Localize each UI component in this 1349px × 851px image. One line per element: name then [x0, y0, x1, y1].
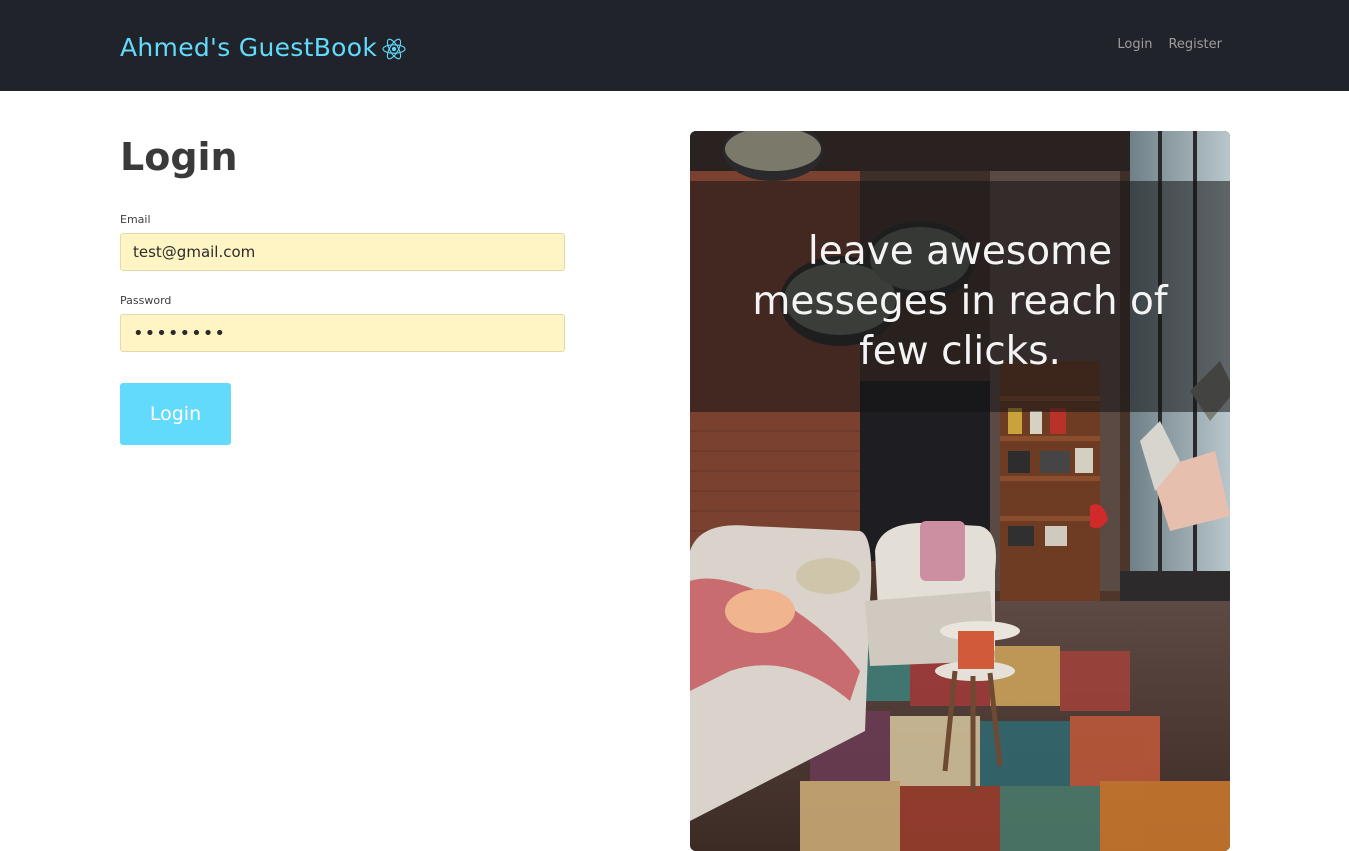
hero-image-panel: leave awesome messeges in reach of few c… — [690, 131, 1230, 851]
email-field[interactable] — [120, 233, 565, 271]
password-field[interactable] — [120, 314, 565, 352]
brand-link[interactable]: Ahmed's GuestBook — [120, 29, 407, 65]
page-title: Login — [120, 135, 238, 179]
brand-title: Ahmed's GuestBook — [120, 32, 378, 62]
hero-tagline: leave awesome messeges in reach of few c… — [752, 229, 1168, 374]
nav-links: Login Register — [1117, 37, 1222, 52]
password-label: Password — [120, 294, 172, 307]
top-navbar: Ahmed's GuestBook Login Register — [0, 0, 1349, 91]
nav-login-link[interactable]: Login — [1117, 37, 1152, 52]
nav-register-link[interactable]: Register — [1168, 37, 1222, 52]
email-label: Email — [120, 213, 151, 226]
react-atom-icon — [382, 38, 406, 60]
login-form: Login Email Password Login — [120, 131, 565, 445]
hero-caption-overlay: leave awesome messeges in reach of few c… — [690, 181, 1230, 412]
login-button[interactable]: Login — [120, 383, 231, 445]
